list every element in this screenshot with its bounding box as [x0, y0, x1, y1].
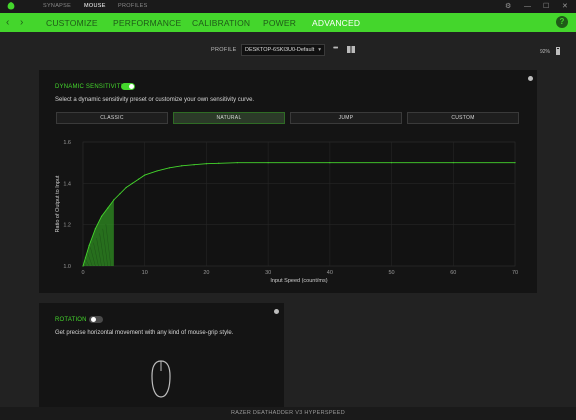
- sensitivity-curve-chart[interactable]: 0 10 20 30 40 50 60 70 1.0 1.2 1.4 1.6 Input Speed (…: [39, 130, 537, 290]
- battery-percentage: 92%: [540, 49, 551, 55]
- x-tick-label: 70: [512, 270, 518, 276]
- tab-calibration[interactable]: CALIBRATION: [192, 18, 250, 28]
- x-tick-label: 30: [265, 270, 271, 276]
- curve-point: [94, 228, 96, 230]
- tab-profiles[interactable]: PROFILES: [118, 3, 148, 9]
- profile-dropdown[interactable]: DESKTOP-6SKI3U0-Default ▾: [241, 44, 325, 56]
- title-bar: SYNAPSE MOUSE PROFILES ⚙ — ☐ ✕: [0, 0, 576, 13]
- curve-point: [144, 174, 146, 176]
- info-icon[interactable]: [274, 309, 279, 314]
- minimize-button[interactable]: —: [524, 2, 531, 11]
- profile-label: PROFILE: [211, 47, 237, 53]
- curve-point: [329, 162, 331, 164]
- tab-power[interactable]: POWER: [263, 18, 296, 28]
- info-icon[interactable]: [528, 76, 533, 81]
- plot-area: [82, 141, 516, 267]
- profile-value: DESKTOP-6SKI3U0-Default: [245, 47, 315, 53]
- curve-point: [181, 165, 183, 167]
- device-name-footer: RAZER DEATHADDER V3 HYPERSPEED: [0, 407, 576, 420]
- preset-jump-button[interactable]: JUMP: [290, 112, 402, 124]
- rotation-toggle[interactable]: [89, 316, 103, 323]
- curve-point: [390, 162, 393, 164]
- x-tick-label: 50: [389, 270, 395, 276]
- curve-point: [168, 167, 170, 169]
- tab-synapse[interactable]: SYNAPSE: [43, 3, 71, 9]
- tab-performance[interactable]: PERFORMANCE: [113, 18, 181, 28]
- curve-point: [88, 244, 90, 246]
- curve-point: [82, 265, 84, 267]
- dynamic-sensitivity-description: Select a dynamic sensitivity preset or c…: [55, 97, 255, 103]
- dynamic-sensitivity-toggle[interactable]: [121, 83, 135, 90]
- y-tick-label: 1.2: [63, 223, 71, 229]
- curve-point: [452, 162, 454, 164]
- rotation-description: Get precise horizontal movement with any…: [55, 330, 234, 336]
- curve-point: [131, 182, 133, 184]
- rotation-title: ROTATION: [55, 317, 87, 323]
- curve-point: [113, 199, 115, 201]
- curve-point: [205, 163, 208, 165]
- curve-point: [125, 186, 127, 189]
- y-tick-label: 1.6: [63, 140, 71, 146]
- x-tick-label: 40: [327, 270, 333, 276]
- more-options-icon[interactable]: •••: [333, 45, 338, 52]
- back-arrow-icon[interactable]: ‹: [6, 17, 9, 28]
- help-icon[interactable]: ?: [556, 16, 568, 28]
- dynamic-sensitivity-card: DYNAMIC SENSITIVITY Select a dynamic sen…: [39, 70, 537, 293]
- preset-custom-button[interactable]: CUSTOM: [407, 112, 519, 124]
- close-button[interactable]: ✕: [562, 2, 568, 11]
- curve-point: [267, 162, 269, 164]
- y-tick-label: 1.4: [63, 181, 71, 187]
- curve-point: [156, 170, 158, 172]
- y-axis-label: Ratio of Output to Input: [55, 175, 61, 232]
- tab-mouse[interactable]: MOUSE: [84, 3, 106, 9]
- razer-logo-icon: [7, 2, 15, 10]
- curve-point: [107, 207, 109, 209]
- tab-customize[interactable]: CUSTOMIZE: [46, 18, 98, 28]
- curve-point: [218, 162, 220, 164]
- settings-gear-icon[interactable]: ⚙: [505, 2, 511, 11]
- nav-bar: ‹ › CUSTOMIZE PERFORMANCE CALIBRATION PO…: [0, 13, 576, 32]
- x-tick-label: 10: [142, 270, 148, 276]
- tab-advanced[interactable]: ADVANCED: [312, 18, 360, 28]
- curve-point: [193, 164, 195, 166]
- x-tick-label: 20: [203, 270, 209, 276]
- preset-natural-button[interactable]: NATURAL: [173, 112, 285, 124]
- battery-icon: [556, 47, 560, 55]
- curve-point: [514, 162, 516, 164]
- curve-point: [119, 193, 121, 195]
- curve-point: [236, 162, 238, 164]
- curve-point: [100, 215, 103, 217]
- maximize-button[interactable]: ☐: [543, 2, 549, 11]
- x-tick-label: 60: [450, 270, 456, 276]
- chevron-down-icon: ▾: [318, 47, 321, 53]
- x-tick-label: 0: [81, 270, 84, 276]
- x-axis-label: Input Speed (count/ms): [270, 278, 327, 284]
- dynamic-sensitivity-title: DYNAMIC SENSITIVITY: [55, 84, 125, 90]
- y-tick-label: 1.0: [63, 264, 71, 270]
- mouse-icon: [151, 360, 171, 398]
- preset-classic-button[interactable]: CLASSIC: [56, 112, 168, 124]
- book-icon[interactable]: [347, 46, 355, 53]
- forward-arrow-icon[interactable]: ›: [20, 17, 23, 28]
- curve-point: [137, 178, 140, 180]
